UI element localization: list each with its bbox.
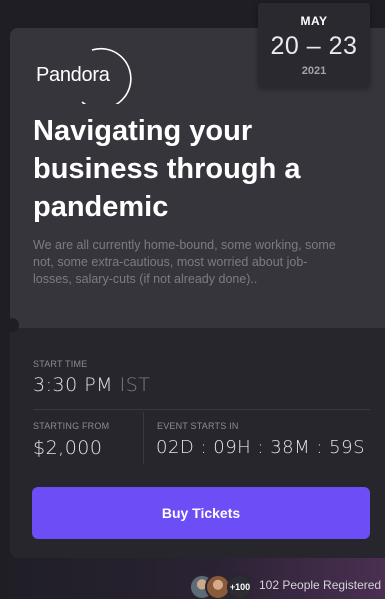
date-range: 20 – 23 bbox=[270, 32, 358, 60]
event-title: Navigating your business through a pande… bbox=[33, 115, 301, 223]
registered-count: 102 People Registered bbox=[259, 578, 382, 592]
price-label: STARTING FROM bbox=[33, 421, 110, 431]
ticket-notch bbox=[5, 318, 19, 332]
price-value: $2,000 bbox=[33, 437, 103, 459]
details-divider bbox=[33, 409, 370, 410]
start-time-label: START TIME bbox=[33, 359, 88, 369]
buy-tickets-button[interactable]: Buy Tickets bbox=[32, 487, 370, 539]
countdown-value: 02D : 09H : 38M : 59S bbox=[156, 437, 365, 458]
event-description: We are all currently home-bound, some wo… bbox=[33, 238, 336, 286]
event-date-badge: MAY 20 – 23 2021 bbox=[258, 3, 370, 87]
more-attendees-badge: +100 bbox=[227, 574, 253, 599]
countdown-label: EVENT STARTS IN bbox=[157, 421, 239, 431]
date-year: 2021 bbox=[301, 65, 327, 77]
details-vertical-divider bbox=[143, 412, 144, 464]
start-time-value: 3:30 PM IST bbox=[33, 374, 150, 396]
start-time-zone: IST bbox=[119, 374, 151, 396]
start-time: 3:30 PM bbox=[33, 374, 114, 396]
pandora-logo: Pandora bbox=[30, 44, 134, 104]
date-month: MAY bbox=[300, 14, 328, 28]
logo-text: Pandora bbox=[36, 64, 110, 86]
